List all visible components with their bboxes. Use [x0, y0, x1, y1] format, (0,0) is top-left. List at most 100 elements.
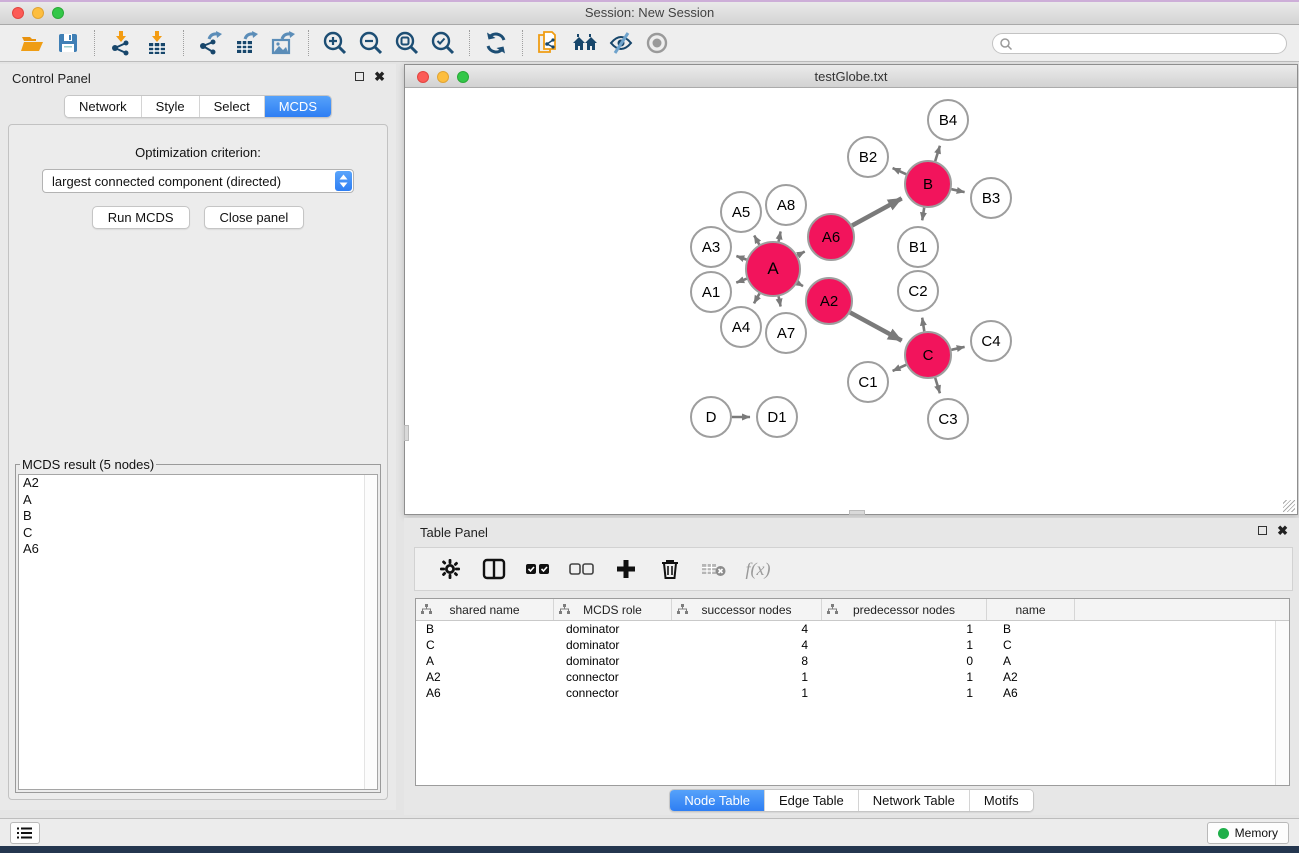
edge-C-C2[interactable] — [922, 318, 924, 332]
tab-motifs[interactable]: Motifs — [970, 790, 1033, 811]
criterion-select[interactable]: largest connected component (directed) — [42, 169, 354, 193]
mcds-result-item[interactable]: B — [19, 508, 377, 525]
mcds-list-scrollbar[interactable] — [364, 475, 377, 789]
float-table-panel-icon[interactable] — [1258, 526, 1267, 535]
table-cell: 1 — [822, 637, 987, 653]
zoom-out-icon[interactable] — [353, 28, 389, 58]
resize-grip-icon[interactable] — [1283, 500, 1295, 512]
table-settings-gear-icon[interactable] — [433, 553, 467, 585]
edge-C-C3[interactable] — [935, 378, 940, 393]
table-row[interactable]: A2connector11A2 — [416, 669, 1275, 685]
titlebar: Session: New Session — [0, 0, 1299, 25]
left-grip[interactable] — [404, 425, 409, 441]
mcds-result-list[interactable]: A2ABCA6 — [18, 474, 378, 790]
tab-edge-table[interactable]: Edge Table — [765, 790, 859, 811]
table-toolbar: f(x) — [414, 547, 1293, 591]
network-canvas[interactable]: AA1A2A3A4A5A6A7A8BB1B2B3B4CC1C2C3C4DD1 — [405, 88, 1297, 514]
edge-B-B4[interactable] — [935, 146, 940, 161]
close-panel-button[interactable]: Close panel — [204, 206, 305, 229]
close-table-panel-icon[interactable]: ✖ — [1277, 523, 1288, 539]
status-bar: Memory — [0, 818, 1299, 846]
table-scrollbar[interactable] — [1275, 621, 1289, 785]
function-builder-icon[interactable]: f(x) — [741, 553, 775, 585]
tab-node-table[interactable]: Node Table — [670, 790, 765, 811]
column-header-predecessor-nodes[interactable]: predecessor nodes — [822, 599, 987, 620]
run-mcds-button[interactable]: Run MCDS — [92, 206, 190, 229]
network-window-titlebar[interactable]: testGlobe.txt — [405, 65, 1297, 88]
memory-button[interactable]: Memory — [1207, 822, 1289, 844]
mcds-result-box: MCDS result (5 nodes) A2ABCA6 — [15, 457, 381, 793]
mcds-result-item[interactable]: A2 — [19, 475, 377, 492]
task-history-button[interactable] — [10, 822, 40, 844]
export-image-icon[interactable] — [264, 28, 300, 58]
export-table-icon[interactable] — [228, 28, 264, 58]
delete-table-icon[interactable] — [697, 553, 731, 585]
table-cell: 1 — [672, 685, 822, 701]
zoom-fit-icon[interactable] — [389, 28, 425, 58]
delete-column-trash-icon[interactable] — [653, 553, 687, 585]
table-row[interactable]: Adominator80A — [416, 653, 1275, 669]
close-panel-icon[interactable]: ✖ — [374, 69, 385, 85]
mcds-result-item[interactable]: C — [19, 525, 377, 542]
show-graphics-eye-icon[interactable] — [639, 28, 675, 58]
edge-B-B1[interactable] — [922, 208, 924, 221]
hide-graphics-icon[interactable] — [603, 28, 639, 58]
float-panel-icon[interactable] — [355, 72, 364, 81]
table-row[interactable]: Cdominator41C — [416, 637, 1275, 653]
open-file-icon[interactable] — [14, 28, 50, 58]
select-all-columns-icon[interactable] — [521, 553, 555, 585]
refresh-icon[interactable] — [478, 28, 514, 58]
table-row[interactable]: A6connector11A6 — [416, 685, 1275, 701]
tab-style[interactable]: Style — [142, 96, 200, 117]
edge-A-A6[interactable] — [798, 252, 805, 256]
import-network-icon[interactable] — [103, 28, 139, 58]
show-all-houses-icon[interactable] — [567, 28, 603, 58]
mcds-result-title: MCDS result (5 nodes) — [20, 457, 156, 472]
zoom-in-icon[interactable] — [317, 28, 353, 58]
edge-A-A1[interactable] — [736, 279, 746, 283]
column-header-MCDS-role[interactable]: MCDS role — [554, 599, 672, 620]
new-network-from-file-icon[interactable] — [531, 28, 567, 58]
mcds-result-item[interactable]: A6 — [19, 541, 377, 558]
node-label-D: D — [706, 409, 717, 426]
export-network-icon[interactable] — [192, 28, 228, 58]
save-session-icon[interactable] — [50, 28, 86, 58]
tab-mcds[interactable]: MCDS — [265, 96, 331, 117]
table-panel-header: Table Panel ✖ — [404, 518, 1299, 544]
column-label: MCDS role — [583, 603, 642, 617]
deselect-all-columns-icon[interactable] — [565, 553, 599, 585]
column-header-name[interactable]: name — [987, 599, 1075, 620]
search-input[interactable] — [1013, 36, 1286, 52]
edge-C-C4[interactable] — [951, 347, 964, 350]
create-column-plus-icon[interactable] — [609, 553, 643, 585]
table-cell: A6 — [987, 685, 1075, 701]
edge-A2-C[interactable] — [850, 313, 902, 341]
edge-A6-B[interactable] — [852, 198, 902, 225]
import-table-icon[interactable] — [139, 28, 175, 58]
edge-A-A7[interactable] — [779, 296, 781, 306]
tab-select[interactable]: Select — [200, 96, 265, 117]
edge-A-A2[interactable] — [797, 283, 803, 286]
tab-network[interactable]: Network — [65, 96, 142, 117]
edge-A-A8[interactable] — [779, 232, 781, 242]
node-label-B1: B1 — [909, 239, 927, 256]
edge-A-A4[interactable] — [754, 294, 760, 304]
tab-network-table[interactable]: Network Table — [859, 790, 970, 811]
mcds-result-item[interactable]: A — [19, 492, 377, 509]
edge-B-B3[interactable] — [951, 189, 964, 192]
column-header-successor-nodes[interactable]: successor nodes — [672, 599, 822, 620]
table-body: Bdominator41BCdominator41CAdominator80AA… — [416, 621, 1275, 785]
toolbar-separator — [522, 30, 523, 56]
edge-B-B2[interactable] — [893, 168, 907, 174]
zoom-selected-icon[interactable] — [425, 28, 461, 58]
edge-A-A3[interactable] — [736, 256, 746, 260]
column-label: successor nodes — [701, 603, 791, 617]
edge-C-C1[interactable] — [893, 365, 907, 371]
table-row[interactable]: Bdominator41B — [416, 621, 1275, 637]
show-column-panel-icon[interactable] — [477, 553, 511, 585]
column-header-shared-name[interactable]: shared name — [416, 599, 554, 620]
edge-A-A5[interactable] — [754, 236, 759, 245]
table-cell: A — [416, 653, 554, 669]
bottom-grip[interactable] — [849, 510, 865, 515]
control-panel-title: Control Panel — [12, 71, 91, 86]
